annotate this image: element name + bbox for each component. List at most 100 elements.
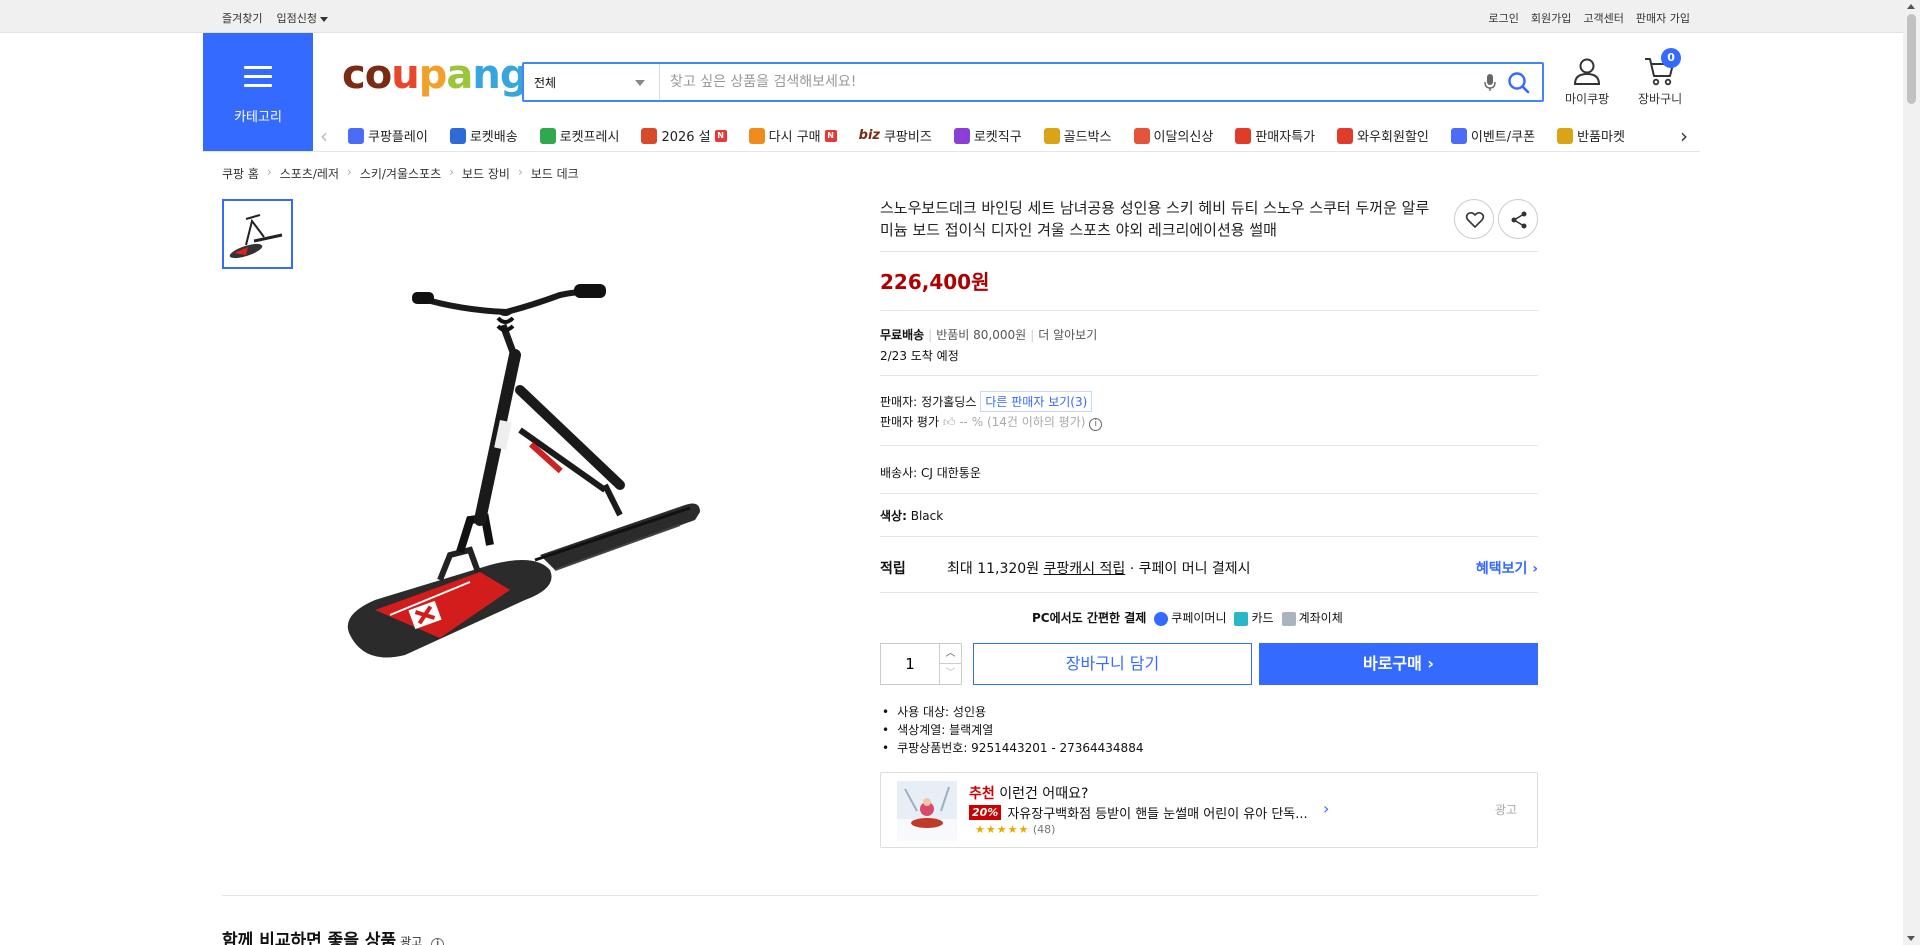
recommendation-product-name: 자유장구백화점 등받이 핸들 눈썰매 어린이 유아 단독...	[1007, 807, 1308, 822]
nav-next-arrow-icon[interactable]: ›	[1680, 124, 1688, 148]
scroll-down-arrow-icon[interactable]	[1907, 936, 1915, 941]
nav-item[interactable]: 쿠팡플레이	[348, 126, 428, 145]
nav-item[interactable]: 와우회원할인	[1337, 126, 1429, 145]
compare-section-title: 함께 비교하면 좋을 상품 광고 i	[222, 926, 445, 945]
buy-now-label: 바로구매	[1362, 654, 1422, 673]
divider	[880, 592, 1538, 593]
caret-down-icon	[319, 16, 328, 22]
rocket-fresh-icon	[539, 127, 556, 144]
breadcrumb-item[interactable]: 스키/겨울스포츠	[360, 165, 441, 182]
nav-item[interactable]: 로켓배송	[449, 126, 518, 145]
snow-scooter-thumbnail-image	[224, 201, 291, 267]
customer-center-link[interactable]: 고객센터	[1583, 10, 1623, 26]
seller-apply-link[interactable]: 입점신청	[276, 10, 328, 26]
product-price: 226,400원	[880, 270, 990, 294]
share-button[interactable]	[1498, 199, 1538, 239]
quantity-increase-icon[interactable]: ︿	[939, 644, 961, 664]
breadcrumb-item[interactable]: 보드 장비	[462, 165, 510, 182]
scroll-up-arrow-icon[interactable]	[1907, 4, 1915, 9]
search-category-select[interactable]: 전체	[524, 64, 660, 100]
nav-item[interactable]: biz 쿠팡비즈	[859, 126, 932, 145]
color-option: 색상: Black	[880, 507, 943, 524]
pc-pay-label: PC에서도 간편한 결제	[1032, 611, 1147, 625]
breadcrumb: 쿠팡 홈 › 스포츠/레저 › 스키/겨울스포츠 › 보드 장비 › 보드 데크	[222, 165, 579, 182]
reward-amount: 최대 11,320원	[947, 561, 1040, 577]
divider	[880, 536, 1538, 537]
mycoupang-button[interactable]: 마이쿠팡	[1565, 56, 1609, 107]
nav-item[interactable]: 골드박스	[1043, 126, 1112, 145]
coupang-logo[interactable]: coupang	[342, 52, 528, 98]
quantity-decrease-icon[interactable]: ﹀	[939, 664, 961, 684]
signup-link[interactable]: 회원가입	[1531, 10, 1571, 26]
coupang-cash-link[interactable]: 쿠팡캐시 적립	[1044, 561, 1126, 577]
nav-item-label: 이달의신상	[1153, 130, 1214, 145]
cart-button[interactable]: 0 장바구니	[1638, 48, 1682, 107]
nav-item[interactable]: 로켓프레시	[539, 126, 620, 145]
play-icon	[348, 127, 364, 144]
bank-transfer-icon	[1281, 611, 1296, 626]
breadcrumb-item[interactable]: 스포츠/레저	[280, 165, 339, 182]
logo-letter: c	[342, 52, 366, 98]
breadcrumb-separator-icon: ›	[449, 165, 454, 179]
category-nav-row: ‹ 쿠팡플레이 로켓배송 로켓프레시 2026 설 N 다시 구매 N biz 쿠팡비즈 로켓직구…	[320, 122, 1690, 150]
nav-item[interactable]: 2026 설N	[641, 126, 727, 145]
new-bag-icon	[1133, 127, 1150, 144]
seller-signup-link[interactable]: 판매자 가입	[1636, 10, 1690, 26]
coupon-icon	[1450, 127, 1467, 144]
bookmark-link[interactable]: 즐겨찾기	[222, 10, 262, 26]
wishlist-button[interactable]	[1454, 199, 1494, 239]
seller-rating-note: (14건 이하의 평가)	[986, 415, 1086, 429]
buy-now-button[interactable]: 바로구매 ›	[1259, 643, 1538, 685]
recommendation-card[interactable]: 추천 이런건 어때요? 20% 자유장구백화점 등받이 핸들 눈썰매 어린이 유…	[880, 772, 1538, 848]
color-value: Black	[910, 509, 944, 523]
divider	[880, 493, 1538, 494]
nav-item[interactable]: 로켓직구	[953, 126, 1022, 145]
add-to-cart-button[interactable]: 장바구니 담기	[973, 643, 1252, 685]
login-link[interactable]: 로그인	[1489, 10, 1519, 26]
microphone-icon[interactable]	[1484, 74, 1496, 92]
nav-item-label: 로켓배송	[469, 130, 518, 145]
review-count: (48)	[1032, 823, 1056, 836]
other-sellers-link[interactable]: 다른 판매자 보기(3)	[980, 391, 1093, 412]
page-scrollbar[interactable]	[1903, 0, 1920, 945]
nav-item-label: 로켓프레시	[559, 130, 620, 145]
thumbs-up-icon: 👍︎	[942, 415, 956, 429]
recommendation-title: 이런건 어때요?	[999, 786, 1089, 802]
share-icon	[1511, 211, 1527, 229]
learn-more-link[interactable]: 더 알아보기	[1038, 328, 1097, 342]
seller-name: 정가홀딩스	[921, 395, 977, 409]
nav-item-label: 로켓직구	[973, 130, 1022, 145]
seller-apply-label: 입점신청	[276, 12, 317, 25]
nav-item[interactable]: 이벤트/쿠폰	[1450, 126, 1536, 145]
color-label: 색상:	[880, 509, 907, 523]
hamburger-icon	[244, 66, 272, 88]
compare-ad-label: 광고	[400, 935, 423, 945]
chevron-right-icon[interactable]: ›	[1323, 799, 1329, 818]
scrollbar-thumb[interactable]	[1907, 14, 1916, 104]
quantity-input[interactable]	[881, 644, 939, 684]
search-input[interactable]	[670, 64, 1470, 100]
breadcrumb-item[interactable]: 쿠팡 홈	[222, 165, 259, 182]
info-icon[interactable]: i	[431, 938, 445, 945]
nav-prev-arrow-icon[interactable]: ‹	[320, 124, 328, 148]
search-icon[interactable]	[1506, 70, 1532, 96]
info-icon[interactable]: i	[1089, 418, 1103, 431]
benefit-more-link[interactable]: 혜택보기 ›	[1476, 558, 1538, 578]
nav-item[interactable]: 다시 구매 N	[748, 126, 837, 145]
nav-item[interactable]: 이달의신상	[1133, 126, 1214, 145]
breadcrumb-item[interactable]: 보드 데크	[531, 165, 579, 182]
nav-item-label: 와우회원할인	[1357, 130, 1429, 145]
divider	[880, 251, 1538, 252]
benefit-more-label: 혜택보기	[1475, 561, 1528, 577]
nav-item-label: 골드박스	[1063, 130, 1112, 145]
nav-item[interactable]: 반품마켓	[1557, 126, 1625, 145]
product-thumbnail[interactable]	[222, 199, 293, 269]
rocket-icon	[449, 127, 466, 144]
nav-item-label: 쿠팡비즈	[883, 130, 932, 145]
spec-item: 쿠팡상품번호: 9251443201 - 27364434884	[880, 739, 1143, 757]
nav-item-label: 쿠팡플레이	[368, 130, 428, 145]
nav-item-label: 이벤트/쿠폰	[1470, 130, 1536, 145]
dropdown-triangle-icon	[635, 80, 645, 86]
nav-item[interactable]: 판매자특가	[1235, 126, 1315, 145]
category-menu-button[interactable]: 카테고리	[203, 33, 313, 151]
